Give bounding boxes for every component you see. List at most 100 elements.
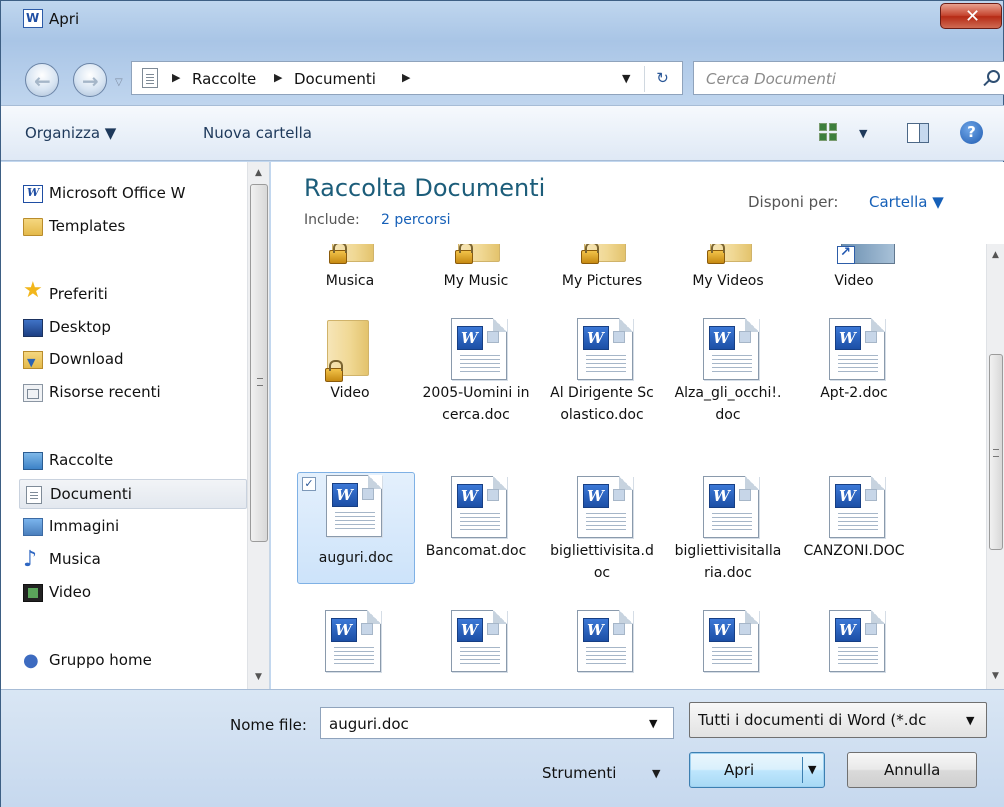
change-view-icon[interactable] — [819, 123, 837, 141]
sidebar-item-gruppo-home[interactable]: ● Gruppo home — [19, 646, 247, 676]
file-item[interactable] — [791, 610, 917, 689]
file-item[interactable]: bigliettivisitallaria.doc — [665, 476, 791, 586]
sidebar-item-preferiti[interactable]: ★ Preferiti — [19, 280, 247, 310]
breadcrumb-raccolte[interactable]: Raccolte — [192, 70, 256, 88]
file-item[interactable] — [287, 610, 413, 689]
tools-dropdown-icon[interactable]: ▼ — [652, 767, 660, 780]
word-document-icon — [829, 318, 885, 380]
grip-icon — [257, 378, 263, 386]
split-divider — [802, 757, 803, 783]
window-title: Apri — [49, 10, 80, 28]
scroll-up-icon[interactable]: ▲ — [255, 168, 262, 178]
file-item[interactable]: 2005-Uomini in cerca.doc — [413, 318, 539, 428]
help-icon[interactable]: ? — [960, 121, 983, 144]
tools-menu[interactable]: Strumenti — [542, 764, 616, 782]
back-arrow-icon: ← — [34, 69, 51, 93]
address-bar[interactable]: ▶ Raccolte ▶ Documenti ▶ ▼ ↻ — [131, 61, 683, 95]
item-label: Video — [330, 385, 370, 401]
breadcrumb-separator-icon[interactable]: ▶ — [402, 71, 410, 84]
file-type-dropdown-icon[interactable]: ▼ — [966, 714, 974, 727]
close-button[interactable]: ✕ — [940, 3, 1002, 29]
checkbox-checked-icon[interactable]: ✓ — [302, 477, 316, 491]
word-document-icon — [703, 318, 759, 380]
file-item[interactable] — [665, 610, 791, 689]
open-options-dropdown-icon[interactable]: ▼ — [808, 763, 816, 776]
item-label: Al Dirigente Scolastico.doc — [550, 385, 654, 423]
sidebar-item-immagini[interactable]: Immagini — [19, 512, 247, 542]
refresh-button[interactable]: ↻ — [644, 66, 680, 92]
folder-icon — [23, 218, 43, 236]
file-item[interactable]: Apt-2.doc — [791, 318, 917, 428]
content-scrollbar[interactable]: ▲ ▼ — [986, 244, 1004, 689]
arrange-by-dropdown[interactable]: Cartella ▼ — [869, 193, 944, 211]
item-label: Video — [834, 273, 874, 289]
file-item[interactable] — [413, 610, 539, 689]
title-bar: Apri ✕ — [1, 1, 1004, 41]
breadcrumb-documenti[interactable]: Documenti — [294, 70, 376, 88]
scroll-down-icon[interactable]: ▼ — [255, 672, 262, 682]
item-label: Musica — [325, 273, 375, 289]
address-dropdown-icon[interactable]: ▼ — [622, 72, 630, 85]
filename-value: auguri.doc — [329, 715, 409, 733]
view-options-dropdown-icon[interactable]: ▼ — [859, 127, 867, 140]
file-item-selected[interactable]: ✓ auguri.doc — [297, 472, 415, 584]
file-item[interactable]: Bancomat.doc — [413, 476, 539, 586]
history-dropdown-icon[interactable]: ▽ — [115, 77, 123, 88]
organize-button[interactable]: Organizza ▼ — [25, 124, 116, 142]
file-item[interactable]: Alza_gli_occhi!.doc — [665, 318, 791, 428]
item-label: Apt-2.doc — [820, 385, 888, 401]
sidebar-scrollbar[interactable]: ▲ ▼ — [247, 162, 269, 689]
search-input[interactable]: Cerca Documenti — [693, 61, 1004, 95]
item-label: CANZONI.DOC — [803, 543, 905, 559]
file-item[interactable]: Al Dirigente Scolastico.doc — [539, 318, 665, 428]
open-button[interactable]: Apri ▼ — [689, 752, 825, 788]
desktop-icon — [23, 319, 43, 337]
sidebar-item-microsoft-office[interactable]: Microsoft Office W — [19, 179, 247, 209]
sidebar-item-label: Documenti — [50, 485, 132, 503]
open-button-label: Apri — [724, 761, 755, 779]
item-label: 2005-Uomini in cerca.doc — [422, 385, 530, 423]
sidebar-item-label: Risorse recenti — [49, 383, 161, 401]
word-document-icon — [451, 610, 507, 672]
sidebar-item-label: Templates — [49, 217, 126, 235]
breadcrumb-separator-icon[interactable]: ▶ — [274, 71, 282, 84]
sidebar-item-templates[interactable]: Templates — [19, 212, 247, 242]
file-type-select[interactable]: Tutti i documenti di Word (*.dc ▼ — [689, 702, 987, 738]
preview-pane-icon[interactable] — [907, 123, 929, 143]
item-label: Bancomat.doc — [425, 543, 527, 559]
close-icon: ✕ — [965, 6, 981, 27]
sidebar-item-label: Immagini — [49, 517, 120, 535]
word-document-icon — [703, 476, 759, 538]
forward-button[interactable]: → — [73, 63, 107, 97]
open-dialog: Apri ✕ ← → ▽ ▶ Raccolte ▶ Documenti ▶ ▼ … — [0, 0, 1004, 807]
sidebar-item-musica[interactable]: ♪ Musica — [19, 545, 247, 575]
scrollbar-thumb[interactable] — [250, 184, 268, 542]
sidebar-item-documenti[interactable]: Documenti — [19, 479, 247, 509]
download-folder-icon — [23, 351, 43, 369]
breadcrumb-separator-icon[interactable]: ▶ — [172, 71, 180, 84]
filename-input[interactable]: auguri.doc ▼ — [320, 707, 674, 739]
arrange-by-label: Disponi per: — [748, 193, 839, 211]
filename-dropdown-icon[interactable]: ▼ — [649, 717, 657, 730]
scroll-down-icon[interactable]: ▼ — [992, 671, 999, 681]
recent-places-icon — [23, 384, 43, 402]
file-item[interactable]: CANZONI.DOC — [791, 476, 917, 586]
sidebar-item-raccolte[interactable]: Raccolte — [19, 446, 247, 476]
include-locations-link[interactable]: 2 percorsi — [381, 212, 451, 228]
sidebar-item-video[interactable]: Video — [19, 578, 247, 608]
navigation-pane: Microsoft Office W Templates ★ Preferiti… — [1, 162, 270, 689]
search-icon[interactable] — [987, 70, 1000, 83]
scroll-up-icon[interactable]: ▲ — [992, 250, 999, 260]
sidebar-item-label: Download — [49, 350, 124, 368]
file-item[interactable] — [539, 610, 665, 689]
back-button[interactable]: ← — [25, 63, 59, 97]
lock-icon — [455, 244, 473, 264]
cancel-button[interactable]: Annulla — [847, 752, 977, 788]
sidebar-item-desktop[interactable]: Desktop — [19, 313, 247, 343]
new-folder-button[interactable]: Nuova cartella — [203, 124, 312, 142]
scrollbar-thumb[interactable] — [989, 354, 1003, 550]
sidebar-item-download[interactable]: Download — [19, 345, 247, 375]
folder-item[interactable]: Video — [287, 318, 413, 428]
file-item[interactable]: bigliettivisita.doc — [539, 476, 665, 586]
sidebar-item-risorse-recenti[interactable]: Risorse recenti — [19, 378, 247, 408]
